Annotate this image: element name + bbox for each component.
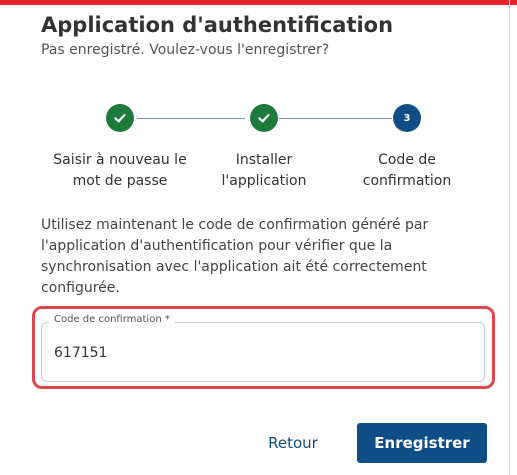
back-button[interactable]: Retour [252,425,334,461]
stepper-connector [137,118,245,119]
auth-app-dialog: Application d'authentification Pas enreg… [0,0,517,475]
step-2-label: Installer l'application [221,152,307,189]
confirmation-code-input[interactable] [54,345,354,361]
dialog-edge [509,0,510,475]
check-icon [258,113,270,123]
stepper-connector [279,118,392,119]
step-number: 3 [403,112,411,124]
top-red-bar [0,0,517,5]
instructions-text: Utilisez maintenant le code de confirmat… [41,217,429,296]
check-icon [114,113,126,123]
step-3-label: Code de confirmation [362,152,452,189]
page-subtitle: Pas enregistré. Voulez-vous l'enregistre… [41,42,330,58]
save-button[interactable]: Enregistrer [357,423,487,463]
page-title: Application d'authentification [41,13,394,37]
step-2-indicator [250,104,278,132]
step-1-label: Saisir à nouveau le mot de passe [53,152,187,189]
step-3-indicator: 3 [393,104,421,132]
step-1-indicator [106,104,134,132]
confirmation-code-label: Code de confirmation * [49,314,175,325]
